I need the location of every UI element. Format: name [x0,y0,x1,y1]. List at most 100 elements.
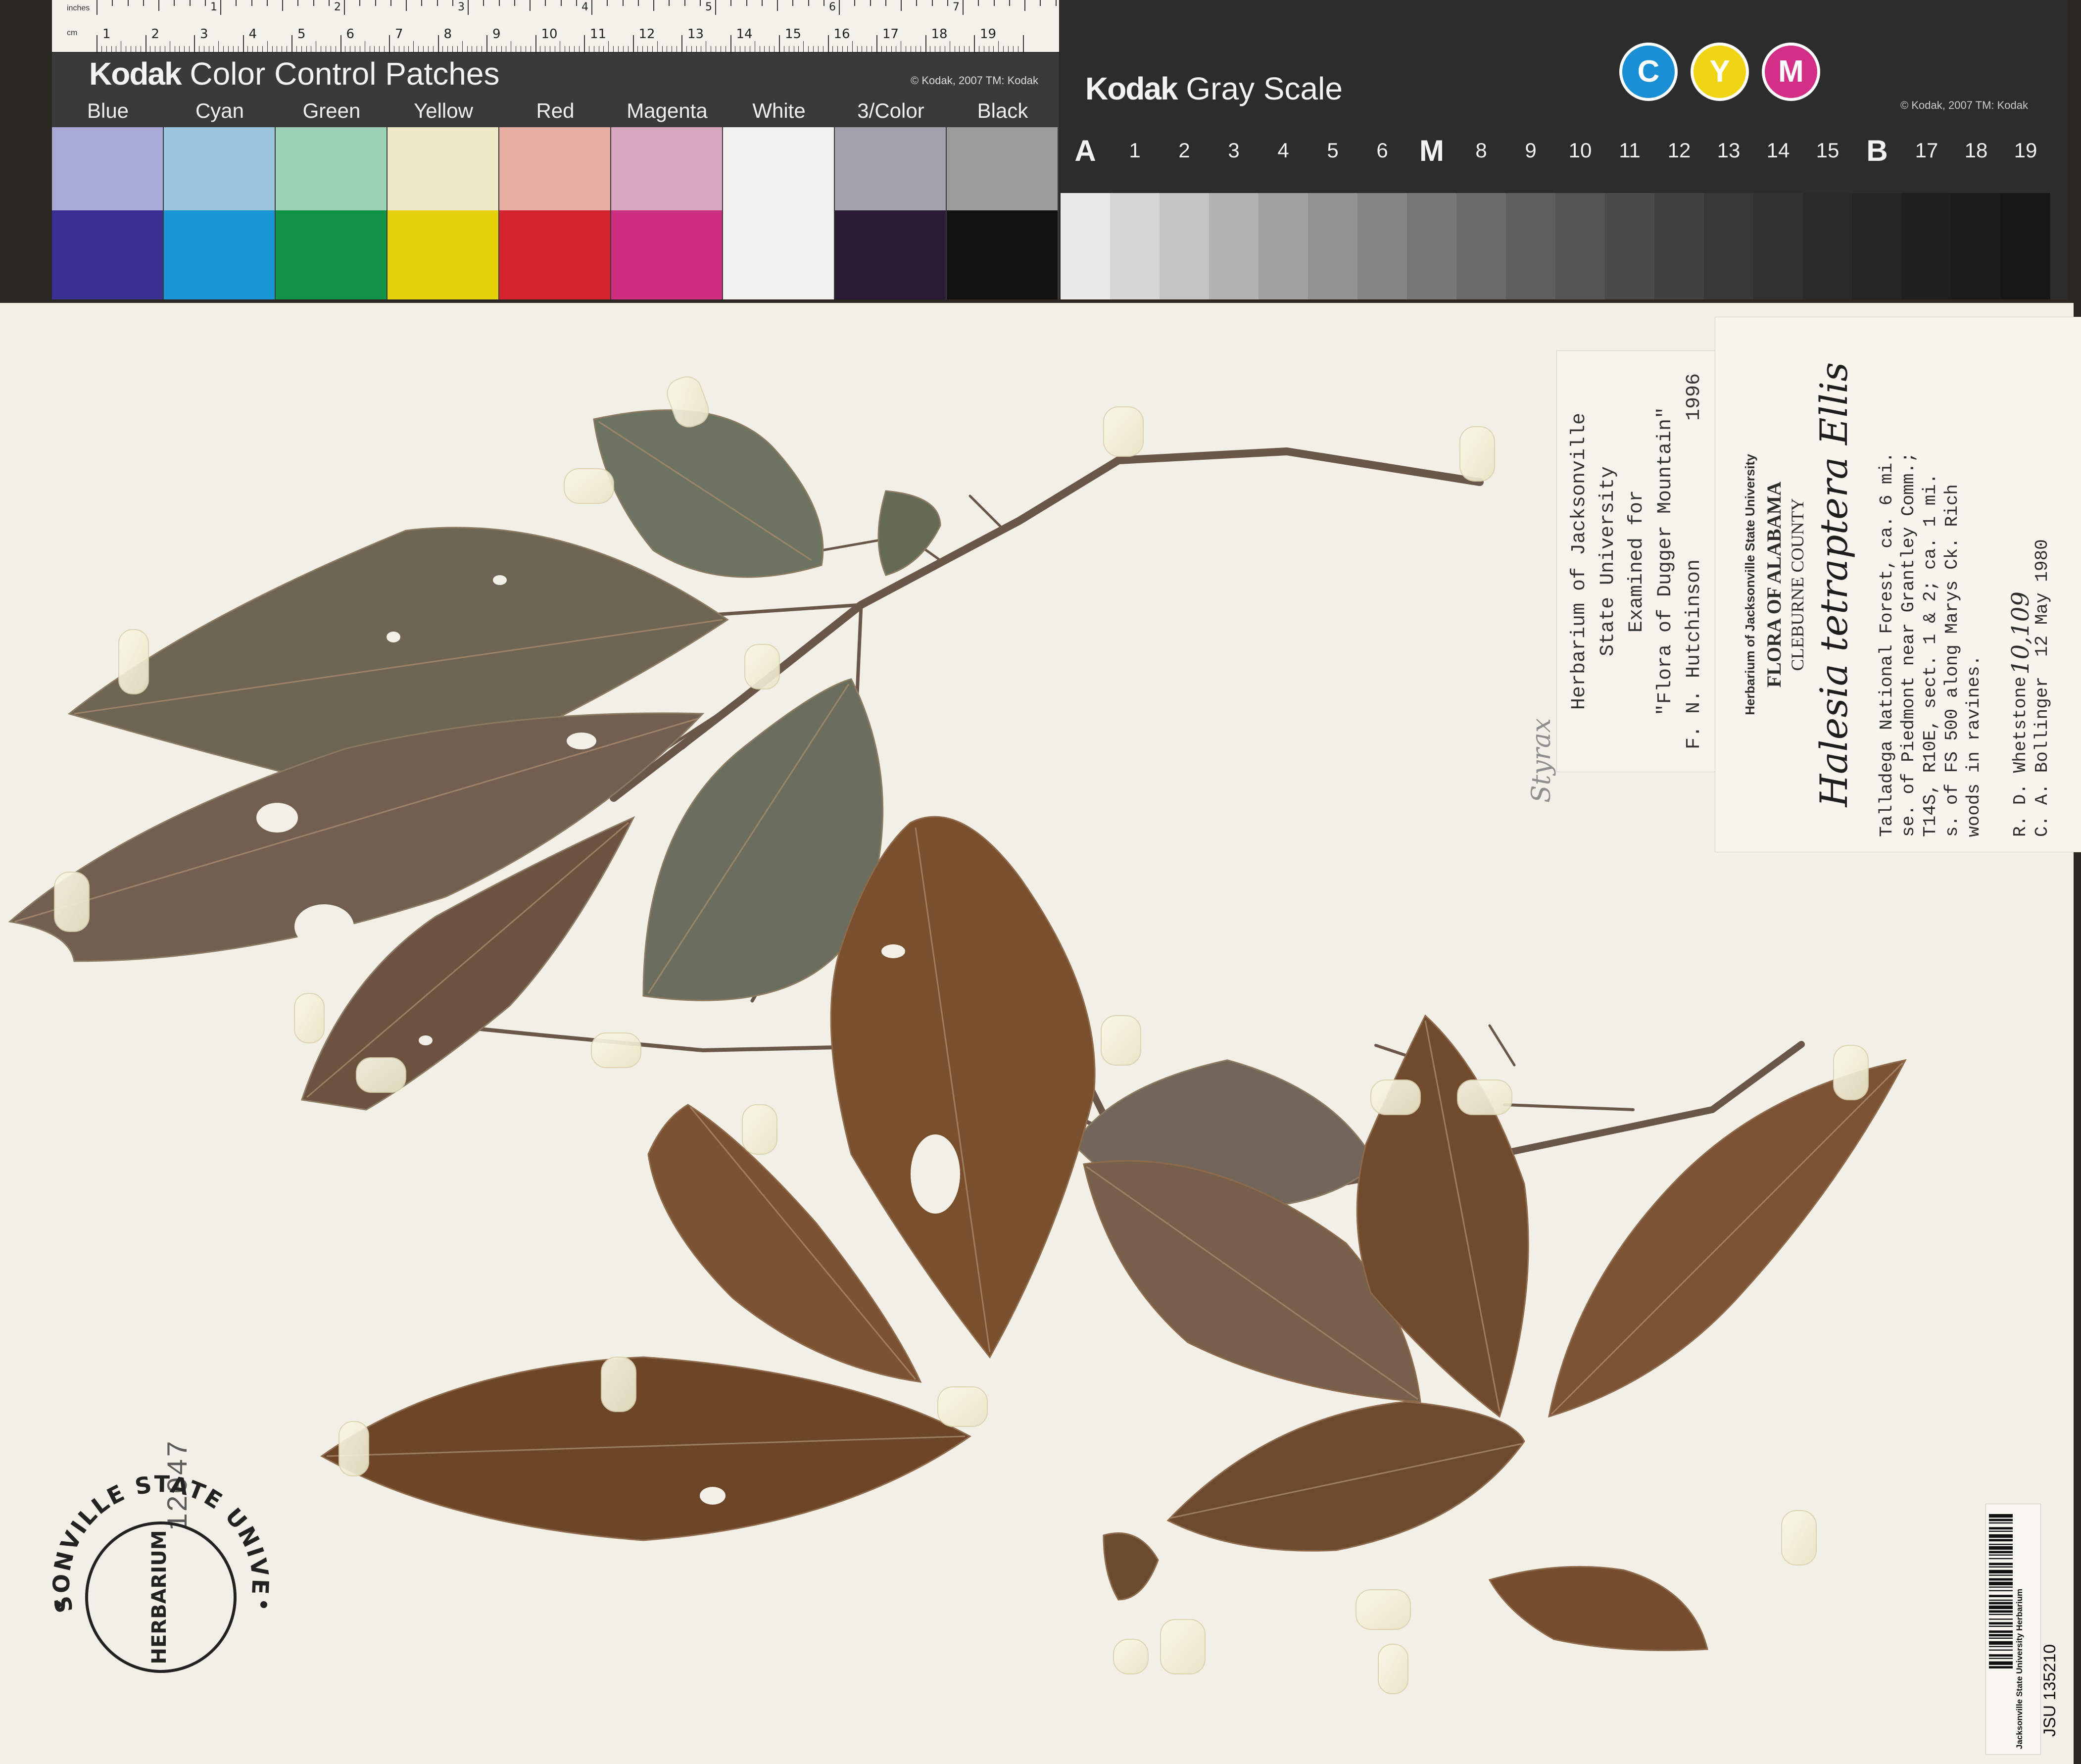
gray-step-label: 11 [1619,139,1641,162]
ruler-inch-label: 5 [705,1,712,13]
ruler-inch-tick [189,0,191,6]
kodak-logo: Kodak [89,56,182,92]
ruler-cm-tick [491,46,492,52]
ruler-inch-tick [792,0,794,6]
ruler-cm-tick [291,35,292,52]
ruler-inch-tick [870,0,871,6]
gray-step-label: 13 [1717,139,1741,162]
collection-label: Herbarium of Jacksonville State Universi… [1715,317,2081,852]
ruler-cm-tick [803,41,804,52]
ruler-inch-label: 6 [829,1,836,13]
barcode-bar [1989,1658,2013,1659]
color-control-card: inches cm 123456781234567891011121314151… [52,0,1059,299]
ruler-cm-tick [579,46,580,52]
ruler-inch-tick [282,0,283,11]
ruler-unit-inches: inches [67,4,90,12]
color-card-title: Kodak Color Control Patches [89,55,499,92]
ruler-cm-tick [433,46,434,52]
ruler-cm-tick [886,46,887,52]
ruler-cm-tick [769,46,770,52]
barcode-bar [1989,1522,2013,1524]
barcode-bar [1989,1605,2013,1609]
color-patch-dark [499,210,610,299]
ruler-cm-tick [637,46,638,52]
ruler-inch-tick [931,0,933,6]
barcode-bar [1989,1514,2013,1518]
ruler-cm-tick [974,35,975,52]
barcode-bar [1989,1551,2013,1554]
patch-label: Black [977,99,1028,122]
ruler-inch-tick [468,0,469,15]
ruler-cm-tick [1013,46,1014,52]
gray-step-label: 2 [1178,139,1190,162]
color-patch-light [164,127,275,210]
color-patch-light [611,127,722,210]
barcode-bar [1989,1625,2013,1627]
ruler-cm-tick [662,46,663,52]
ruler-cm-tick [535,35,536,52]
leaf [320,1356,971,1541]
ruler-inch-tick [854,0,856,6]
barcode-bar [1989,1618,2013,1620]
ruler-cm-label: 19 [980,27,997,42]
ruler-inch-tick [530,0,531,11]
barcode-bar [1989,1519,2013,1521]
ruler-inch-tick [746,0,747,6]
ruler-inch-tick [653,0,654,11]
ruler-cm-tick [306,46,307,52]
ruler-cm-tick [228,46,229,52]
ruler-cm-tick [623,46,624,52]
annotation-line-2: State University [1597,466,1619,657]
ruler-cm-tick [413,41,414,52]
barcode-bar [1989,1666,2013,1668]
herbarium-sheet: Styrax 12047 JACKSONVILLE STATE UNIVERSI… [0,303,2081,1764]
ruler-cm-tick [871,46,872,52]
ruler-cm-tick [618,46,619,52]
ruler-cm-tick [267,41,268,52]
ruler-cm-tick [652,46,653,52]
barcode-bar [1989,1622,2013,1625]
ruler-cm-tick [584,35,585,52]
leaf [830,816,1096,1359]
ruler-inch-tick [916,0,918,6]
ruler-cm-tick [296,46,297,52]
ruler-inch-tick [266,0,268,6]
barcode-label: Jacksonville State University Herbarium … [1985,1504,2059,1755]
barcode-bar [1989,1649,2013,1651]
kodak-logo: Kodak [1085,71,1178,106]
ruler-cm-tick [418,46,419,52]
ruler-cm-tick [301,46,302,52]
color-patch-dark [723,210,834,299]
collector-row-2: C. A. Bollinger 12 May 1980 [2032,332,2053,837]
ruler-cm-tick [262,46,263,52]
color-patch-dark [52,210,163,299]
gray-step [1110,193,1160,299]
gray-step [1951,193,2001,299]
barcode-bar [1989,1544,2013,1545]
color-patch-light [947,127,1058,210]
ruler-cm-tick [145,35,146,52]
gray-step-label: 12 [1667,139,1691,162]
ruler-cm-tick [764,46,765,52]
ruler-inch-tick [808,0,809,6]
ruler-cm-tick [452,46,453,52]
barcode-bar [1989,1586,2013,1588]
ruler-inch-tick [204,0,206,6]
ruler-inch-tick [963,0,964,15]
ruler-cm-tick [827,35,829,52]
barcode-bar [1989,1634,2013,1637]
collection-label-content: Herbarium of Jacksonville State Universi… [1738,322,2064,847]
gray-step-label: 14 [1766,139,1790,162]
color-patch-dark [947,210,1058,299]
ruler-inch-tick [483,0,484,6]
ruler-cm-tick [257,46,258,52]
ruler-cm-tick [213,46,214,52]
label-collectors: R. D. Whetstone 10,109 C. A. Bollinger 1… [2007,332,2053,837]
barcode-bar [1989,1578,2013,1581]
ruler-inch-tick [560,0,562,6]
gray-step-label: 9 [1525,139,1537,162]
ruler-cm-label: 18 [931,27,948,42]
ruler-cm-tick [252,46,253,52]
color-patch-dark [611,210,722,299]
leaf [1103,1532,1159,1601]
